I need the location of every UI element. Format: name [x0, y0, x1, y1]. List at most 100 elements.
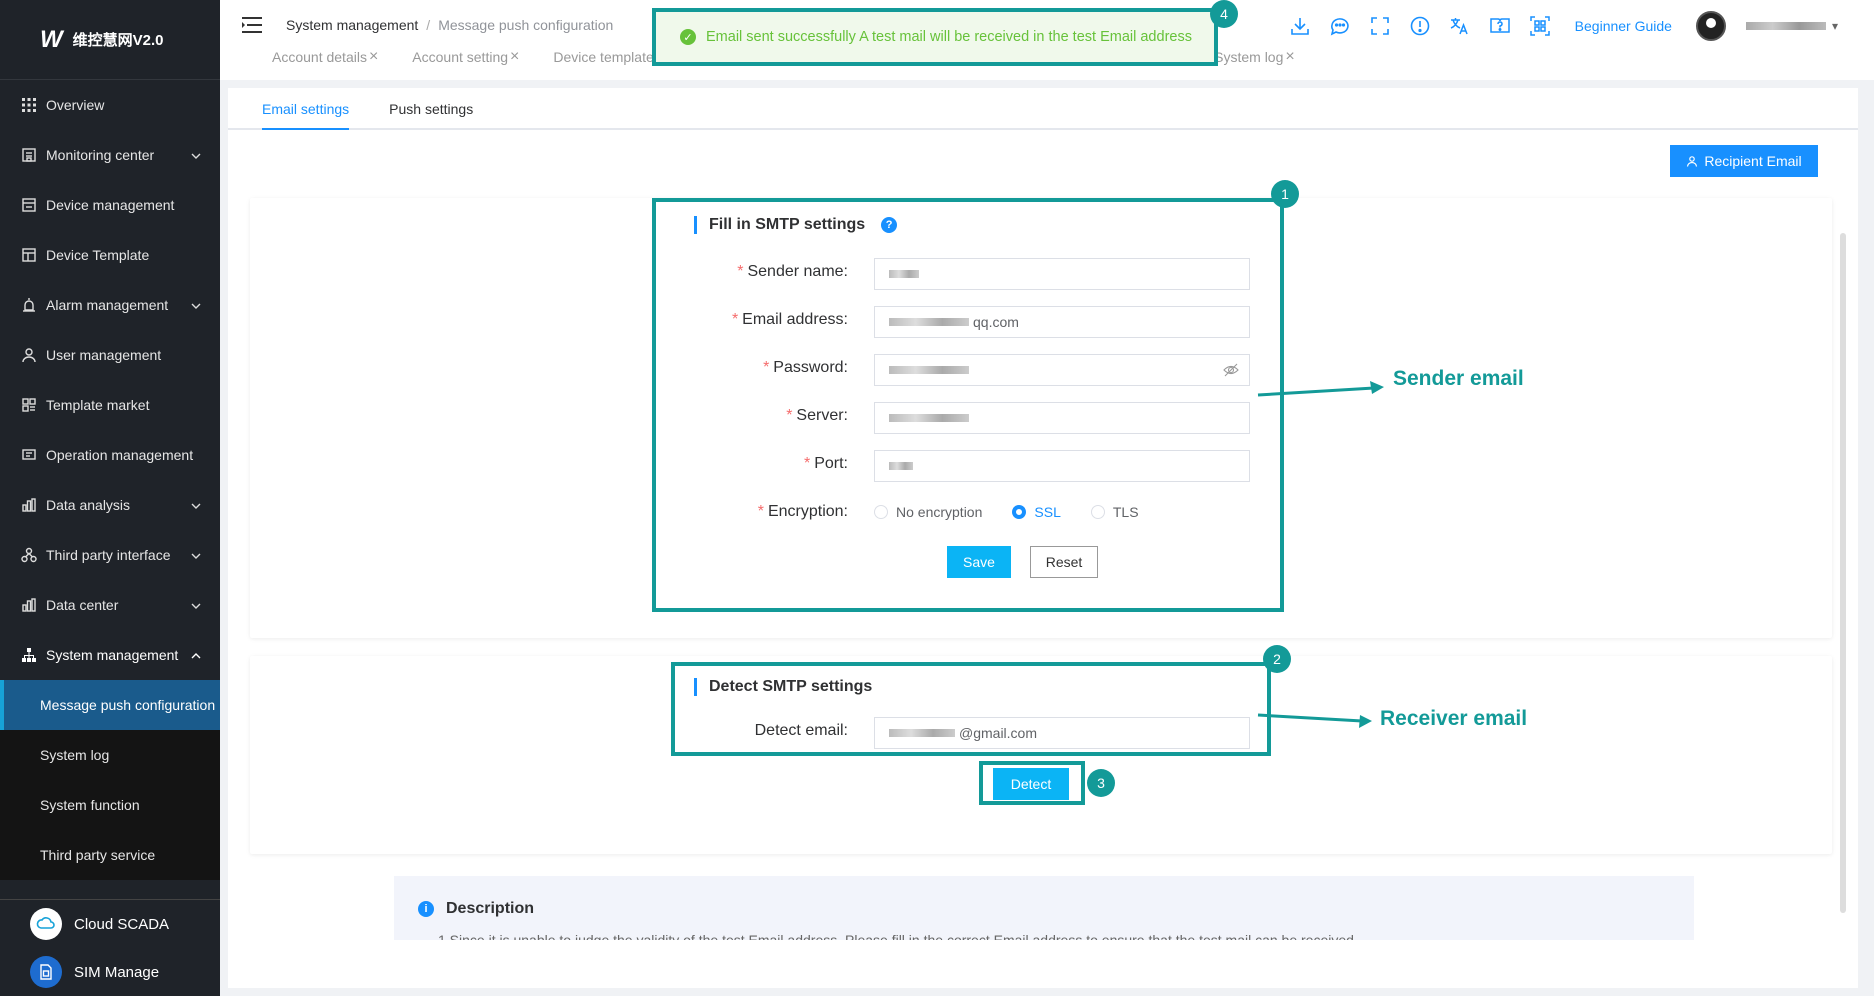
- user-name-redacted[interactable]: [1745, 22, 1826, 30]
- qr-scan-icon[interactable]: [1527, 13, 1553, 39]
- cloud-scada-link[interactable]: Cloud SCADA: [0, 900, 220, 948]
- sidebar-item-data-analysis[interactable]: Data analysis: [0, 480, 220, 530]
- sidebar-item-label: Overview: [46, 97, 105, 113]
- sidebar-item-device-template[interactable]: Device Template: [0, 230, 220, 280]
- tab-label: System log: [1214, 49, 1284, 65]
- tab-label: Account details: [272, 49, 367, 65]
- sidebar-item-template-market[interactable]: Template market: [0, 380, 220, 430]
- breadcrumb-current: Message push configuration: [438, 17, 614, 33]
- app-logo[interactable]: W 维控慧网V2.0: [0, 0, 220, 80]
- sender-email-annotation: Sender email: [1393, 367, 1524, 390]
- fullscreen-icon[interactable]: [1367, 13, 1393, 39]
- close-icon[interactable]: ×: [510, 48, 519, 66]
- sidebar-item-monitoring-center[interactable]: Monitoring center: [0, 130, 220, 180]
- device-icon: [20, 196, 38, 214]
- tab-email-settings[interactable]: Email settings: [262, 88, 350, 130]
- sidebar-subitem-system-function[interactable]: System function: [0, 780, 220, 830]
- chevron-down-icon: [190, 499, 202, 511]
- cloud-icon: [30, 908, 62, 940]
- chevron-down-icon: [190, 549, 202, 561]
- sidebar-item-label: Third party interface: [46, 547, 171, 563]
- sidebar-subitem-label: System log: [40, 747, 110, 763]
- chevron-down-icon[interactable]: ▾: [1832, 19, 1838, 33]
- description-title-text: Description: [446, 900, 535, 917]
- alert-icon[interactable]: [1407, 13, 1433, 39]
- recipient-email-label: Recipient Email: [1704, 153, 1802, 169]
- annotation-badge-4: 4: [1210, 0, 1238, 28]
- annotation-box-2: [671, 662, 1271, 756]
- dashboard-icon: [20, 146, 38, 164]
- annotation-box-3: [979, 761, 1085, 805]
- template-icon: [20, 246, 38, 264]
- grid-icon: [20, 96, 38, 114]
- receiver-email-annotation: Receiver email: [1380, 707, 1528, 730]
- avatar[interactable]: [1695, 11, 1726, 41]
- arrow-to-sender: [1257, 381, 1384, 397]
- sidebar-subitem-message-push-configuration[interactable]: Message push configuration: [0, 680, 220, 730]
- settings-tabs: Email settings Push settings: [228, 88, 1858, 130]
- sim-manage-link[interactable]: SIM Manage: [0, 948, 220, 996]
- tab-account-setting[interactable]: Account setting ×: [412, 48, 519, 66]
- sidebar-item-label: Device Template: [46, 247, 150, 263]
- breadcrumb-item[interactable]: System management: [286, 17, 418, 33]
- sidebar-item-system-management[interactable]: System management: [0, 630, 220, 680]
- sidebar-subitem-system-log[interactable]: System log: [0, 730, 220, 780]
- sidebar-item-operation-management[interactable]: Operation management: [0, 430, 220, 480]
- sidebar-subitem-label: Third party service: [40, 847, 156, 863]
- sidebar-menu: Overview Monitoring center Device manage…: [0, 80, 220, 880]
- sidebar-subitem-third-party-service[interactable]: Third party service: [0, 830, 220, 880]
- chevron-down-icon: [190, 299, 202, 311]
- logo-text: 维控慧网V2.0: [72, 32, 164, 49]
- info-icon: i: [418, 901, 434, 917]
- download-icon[interactable]: [1287, 13, 1313, 39]
- close-icon[interactable]: ×: [1285, 48, 1294, 66]
- tab-account-details[interactable]: Account details ×: [272, 48, 378, 66]
- annotation-box-4: [652, 8, 1218, 66]
- annotation-badge-3: 3: [1087, 769, 1115, 797]
- help-book-icon[interactable]: [1487, 13, 1513, 39]
- translate-icon[interactable]: [1447, 13, 1473, 39]
- sidebar-item-data-center[interactable]: Data center: [0, 580, 220, 630]
- recipient-email-button[interactable]: Recipient Email: [1670, 145, 1818, 177]
- tab-label: Device template: [553, 49, 654, 65]
- bar-chart-icon: [20, 496, 38, 514]
- sim-manage-label: SIM Manage: [74, 963, 160, 981]
- annotation-badge-2: 2: [1263, 645, 1291, 673]
- cloud-scada-label: Cloud SCADA: [74, 915, 170, 933]
- sidebar-item-label: Template market: [46, 397, 150, 413]
- vertical-scrollbar[interactable]: [1840, 233, 1846, 913]
- sim-card-icon: [30, 956, 62, 988]
- sidebar-item-label: System management: [46, 647, 179, 663]
- tab-device-template[interactable]: Device template×: [553, 48, 665, 66]
- sidebar-item-overview[interactable]: Overview: [0, 80, 220, 130]
- sidebar-item-device-management[interactable]: Device management: [0, 180, 220, 230]
- sidebar-item-alarm-management[interactable]: Alarm management: [0, 280, 220, 330]
- beginner-guide-link[interactable]: Beginner Guide: [1575, 18, 1672, 34]
- operation-icon: [20, 446, 38, 464]
- sidebar-subitem-label: Message push configuration: [40, 697, 216, 713]
- org-chart-icon: [20, 646, 38, 664]
- sidebar-item-third-party-interface[interactable]: Third party interface: [0, 530, 220, 580]
- interface-icon: [20, 546, 38, 564]
- description-title: i Description: [418, 900, 534, 918]
- main-content: Email settings Push settings Recipient E…: [228, 88, 1858, 988]
- tab-label: Account setting: [412, 49, 509, 65]
- alarm-icon: [20, 296, 38, 314]
- menu-toggle-icon[interactable]: [242, 16, 262, 34]
- chevron-down-icon: [190, 599, 202, 611]
- market-icon: [20, 396, 38, 414]
- close-icon[interactable]: ×: [369, 48, 378, 66]
- sidebar-bottom-links: Cloud SCADA SIM Manage: [0, 899, 220, 996]
- sidebar-item-label: User management: [46, 347, 162, 363]
- bar-chart-icon: [20, 596, 38, 614]
- sidebar-item-label: Alarm management: [46, 297, 169, 313]
- tab-system-log[interactable]: System log ×: [1214, 48, 1295, 66]
- tab-push-settings[interactable]: Push settings: [389, 88, 473, 128]
- annotation-badge-1: 1: [1271, 180, 1299, 208]
- sidebar-item-user-management[interactable]: User management: [0, 330, 220, 380]
- sidebar-item-label: Data center: [46, 597, 119, 613]
- sidebar-item-label: Data analysis: [46, 497, 131, 513]
- header-toolbar: Beginner Guide ▾: [1287, 11, 1874, 41]
- sidebar: W 维控慧网V2.0 Overview Monitoring center De…: [0, 0, 220, 996]
- chat-icon[interactable]: [1327, 13, 1353, 39]
